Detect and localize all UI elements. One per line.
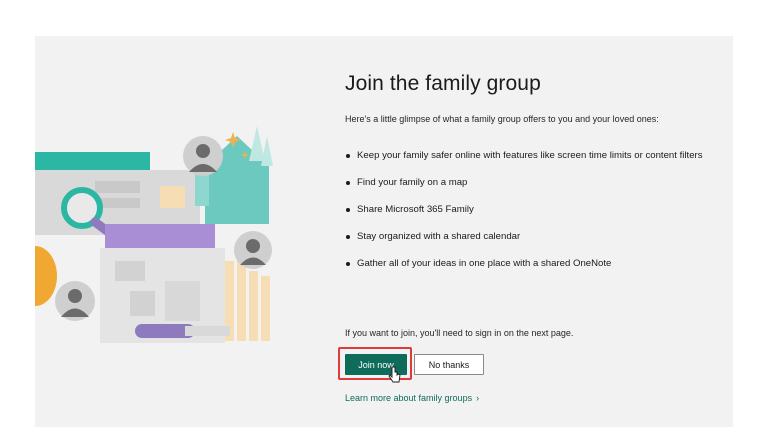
family-group-panel: Join the family group Here's a little gl… [35,36,733,427]
list-item: Keep your family safer online with featu… [345,149,730,163]
bullet-icon [346,235,350,239]
family-illustration [35,126,273,343]
main-content: Join the family group Here's a little gl… [345,72,730,284]
learn-more-label[interactable]: Learn more about family groups [345,393,472,403]
pen-icon [135,324,230,338]
bullet-icon [346,154,350,158]
bullet-icon [346,181,350,185]
bullet-icon [346,262,350,266]
page-title: Join the family group [345,72,541,95]
feature-list: Keep your family safer online with featu… [345,149,730,271]
chevron-right-icon: › [476,393,480,403]
person-avatar-icon [55,281,95,321]
list-item: Gather all of your ideas in one place wi… [345,257,730,271]
intro-text: Here's a little glimpse of what a family… [345,114,659,124]
no-thanks-button[interactable]: No thanks [414,354,484,375]
mouse-pointer-icon [388,366,401,383]
list-item: Share Microsoft 365 Family [345,203,730,217]
person-avatar-icon [234,231,272,269]
person-avatar-icon [183,136,223,176]
learn-more-link[interactable]: Learn more about family groups › [345,393,479,403]
list-item: Find your family on a map [345,176,730,190]
list-item: Stay organized with a shared calendar [345,230,730,244]
bullet-icon [346,208,350,212]
signin-note: If you want to join, you'll need to sign… [345,328,574,338]
